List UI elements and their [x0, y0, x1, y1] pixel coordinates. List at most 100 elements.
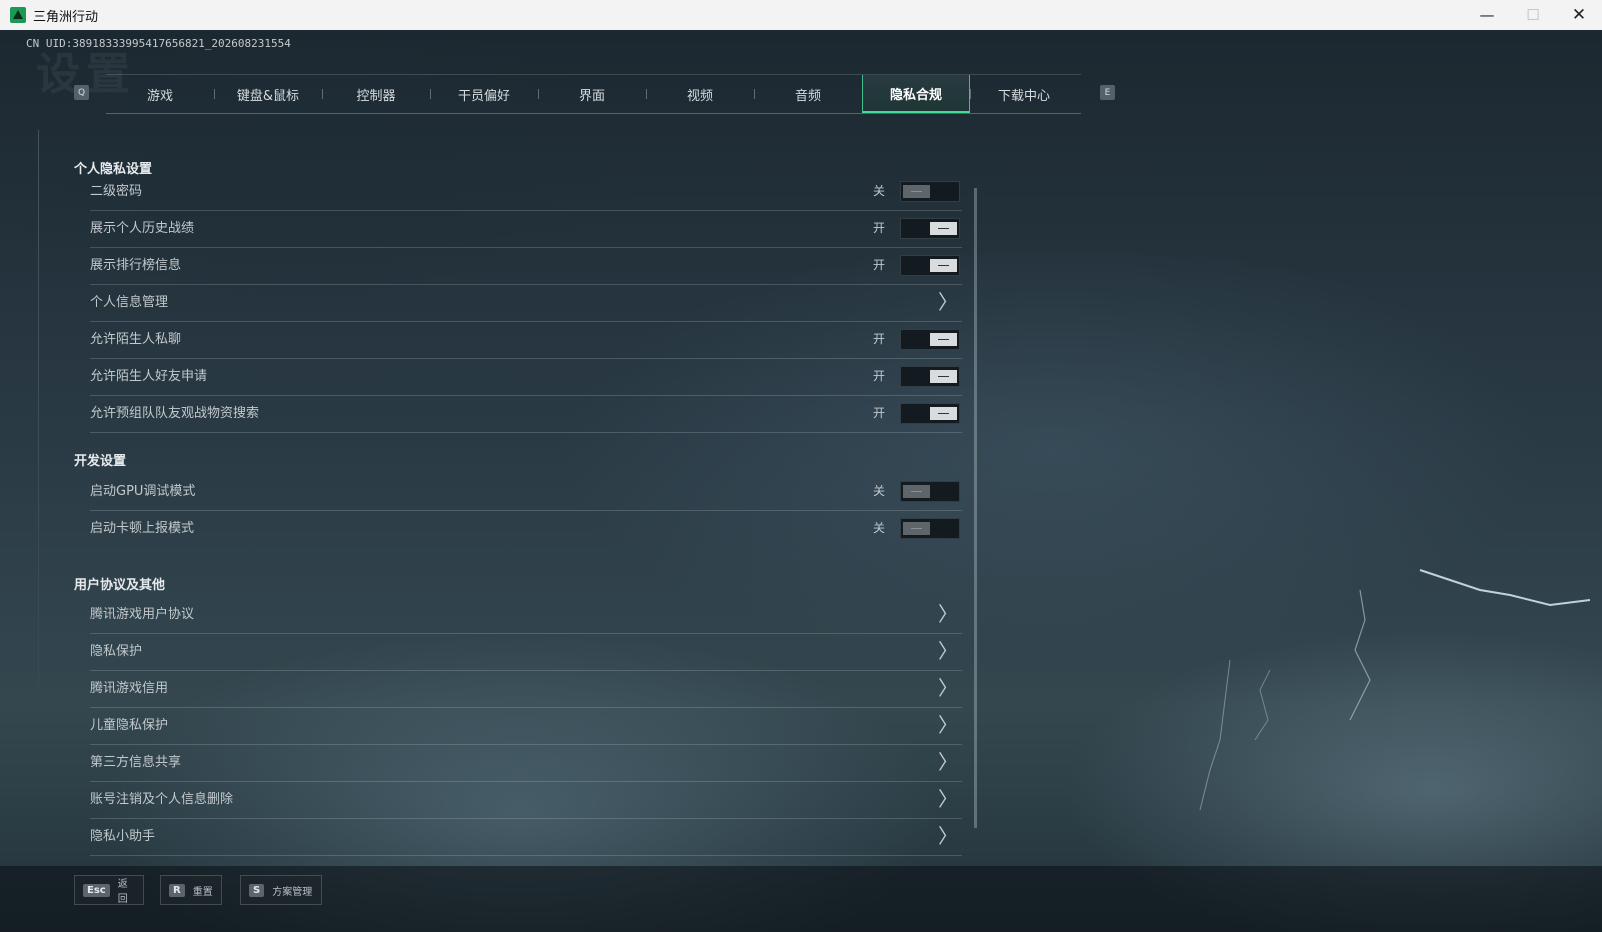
setting-row-preteam-spectate-loot[interactable]: 允许预组队队友观战物资搜索 开	[90, 395, 962, 433]
setting-label: 启动卡顿上报模式	[90, 521, 195, 536]
setting-label: 允许预组队队友观战物资搜索	[90, 406, 260, 421]
setting-label: 允许陌生人好友申请	[90, 369, 208, 384]
settings-panel: 个人隐私设置 二级密码 关 展示个人历史战绩 开 展示排行榜信息 开 个人信息管…	[74, 150, 964, 870]
setting-row-personal-info-management[interactable]: 个人信息管理 〉	[90, 284, 962, 322]
chevron-right-icon: 〉	[938, 824, 958, 848]
chevron-right-icon: 〉	[938, 639, 958, 663]
tab-interface[interactable]: 界面	[538, 75, 646, 113]
setting-row-gpu-debug[interactable]: 启动GPU调试模式 关	[90, 473, 962, 511]
s-key-icon: S	[249, 883, 265, 897]
toggle-knob	[930, 222, 957, 235]
toggle-knob	[903, 485, 930, 498]
toggle-knob	[930, 259, 957, 272]
setting-label: 隐私保护	[90, 644, 143, 659]
toggle-switch[interactable]	[900, 518, 960, 539]
setting-label: 第三方信息共享	[90, 755, 182, 770]
setting-row-stranger-friend-request[interactable]: 允许陌生人好友申请 开	[90, 358, 962, 396]
setting-row-show-leaderboard[interactable]: 展示排行榜信息 开	[90, 247, 962, 285]
setting-row-privacy-protection[interactable]: 隐私保护 〉	[90, 633, 962, 671]
chevron-right-icon: 〉	[938, 787, 958, 811]
maximize-button[interactable]: ☐	[1510, 0, 1556, 30]
setting-label: 儿童隐私保护	[90, 718, 169, 733]
chevron-right-icon: 〉	[938, 676, 958, 700]
setting-row-account-deletion[interactable]: 账号注销及个人信息删除 〉	[90, 781, 962, 819]
tab-privacy-compliance[interactable]: 隐私合规	[862, 75, 970, 113]
r-key-icon: R	[169, 883, 185, 897]
tab-download-center[interactable]: 下载中心	[970, 75, 1078, 113]
toggle-knob	[930, 407, 957, 420]
next-tab-key-icon[interactable]: E	[1100, 85, 1115, 100]
left-rail-decoration	[38, 130, 39, 690]
lightning-decoration	[1199, 569, 1590, 811]
prev-tab-key-icon[interactable]: Q	[74, 85, 89, 100]
setting-state: 开	[873, 369, 886, 383]
setting-state: 开	[873, 221, 886, 235]
back-button[interactable]: Esc 返回	[74, 875, 144, 905]
scheme-management-button[interactable]: S 方案管理	[240, 875, 322, 905]
toggle-knob	[930, 370, 957, 383]
setting-state: 开	[873, 332, 886, 346]
setting-row-user-agreement[interactable]: 腾讯游戏用户协议 〉	[90, 596, 962, 634]
chevron-right-icon: 〉	[938, 750, 958, 774]
setting-state: 开	[873, 406, 886, 420]
setting-row-privacy-assistant[interactable]: 隐私小助手 〉	[90, 818, 962, 856]
setting-row-third-party-sharing[interactable]: 第三方信息共享 〉	[90, 744, 962, 782]
reset-button[interactable]: R 重置	[160, 875, 222, 905]
esc-key-icon: Esc	[83, 883, 110, 897]
setting-label: 启动GPU调试模式	[90, 484, 196, 499]
setting-row-stutter-report[interactable]: 启动卡顿上报模式 关	[90, 510, 962, 547]
toggle-switch[interactable]	[900, 366, 960, 387]
setting-label: 账号注销及个人信息删除	[90, 792, 234, 807]
toggle-switch[interactable]	[900, 329, 960, 350]
toggle-knob	[903, 185, 930, 198]
setting-row-child-privacy[interactable]: 儿童隐私保护 〉	[90, 707, 962, 745]
minimize-button[interactable]: —	[1464, 0, 1510, 30]
chevron-right-icon: 〉	[938, 290, 958, 314]
setting-label: 腾讯游戏信用	[90, 681, 169, 696]
setting-label: 展示个人历史战绩	[90, 221, 195, 236]
tab-operator-preferences[interactable]: 干员偏好	[430, 75, 538, 113]
setting-state: 关	[873, 184, 886, 198]
toggle-knob	[930, 333, 957, 346]
settings-tabbar: 游戏 键盘&鼠标 控制器 干员偏好 界面 视频 音频 隐私合规 下载中心	[106, 74, 1081, 114]
setting-label: 二级密码	[90, 184, 143, 199]
toggle-switch[interactable]	[900, 218, 960, 239]
setting-label: 隐私小助手	[90, 829, 156, 844]
window-title: 三角洲行动	[33, 9, 99, 25]
back-label: 返回	[117, 879, 128, 905]
tab-audio[interactable]: 音频	[754, 75, 862, 113]
tab-game[interactable]: 游戏	[106, 75, 214, 113]
setting-row-show-history[interactable]: 展示个人历史战绩 开	[90, 210, 962, 248]
chevron-right-icon: 〉	[938, 713, 958, 737]
window-titlebar: 三角洲行动 — ☐ ✕	[0, 0, 1602, 30]
setting-state: 关	[873, 484, 886, 498]
game-viewport: 设置 CN UID:38918333995417656821_202608231…	[0, 30, 1602, 932]
setting-row-secondary-password[interactable]: 二级密码 关	[90, 173, 962, 211]
scheme-label: 方案管理	[272, 886, 313, 898]
bottom-action-bar: Esc 返回 R 重置 S 方案管理	[0, 866, 1602, 932]
tab-keyboard-mouse[interactable]: 键盘&鼠标	[214, 75, 322, 113]
toggle-switch[interactable]	[900, 403, 960, 424]
tab-controller[interactable]: 控制器	[322, 75, 430, 113]
setting-row-game-credit[interactable]: 腾讯游戏信用 〉	[90, 670, 962, 708]
setting-label: 展示排行榜信息	[90, 258, 182, 273]
uid-text: CN UID:38918333995417656821_202608231554	[26, 37, 291, 50]
reset-label: 重置	[192, 886, 213, 898]
toggle-knob	[903, 522, 930, 535]
close-button[interactable]: ✕	[1556, 0, 1602, 30]
setting-label: 个人信息管理	[90, 295, 169, 310]
setting-label: 允许陌生人私聊	[90, 332, 182, 347]
setting-label: 腾讯游戏用户协议	[90, 607, 195, 622]
toggle-switch[interactable]	[900, 481, 960, 502]
setting-state: 开	[873, 258, 886, 272]
toggle-switch[interactable]	[900, 181, 960, 202]
app-logo-icon	[10, 7, 26, 23]
toggle-switch[interactable]	[900, 255, 960, 276]
tab-video[interactable]: 视频	[646, 75, 754, 113]
setting-state: 关	[873, 521, 886, 535]
section-title-agreements: 用户协议及其他	[74, 578, 166, 593]
setting-row-stranger-chat[interactable]: 允许陌生人私聊 开	[90, 321, 962, 359]
settings-scrollbar[interactable]	[974, 188, 977, 828]
section-title-dev: 开发设置	[74, 454, 127, 469]
chevron-right-icon: 〉	[938, 602, 958, 626]
